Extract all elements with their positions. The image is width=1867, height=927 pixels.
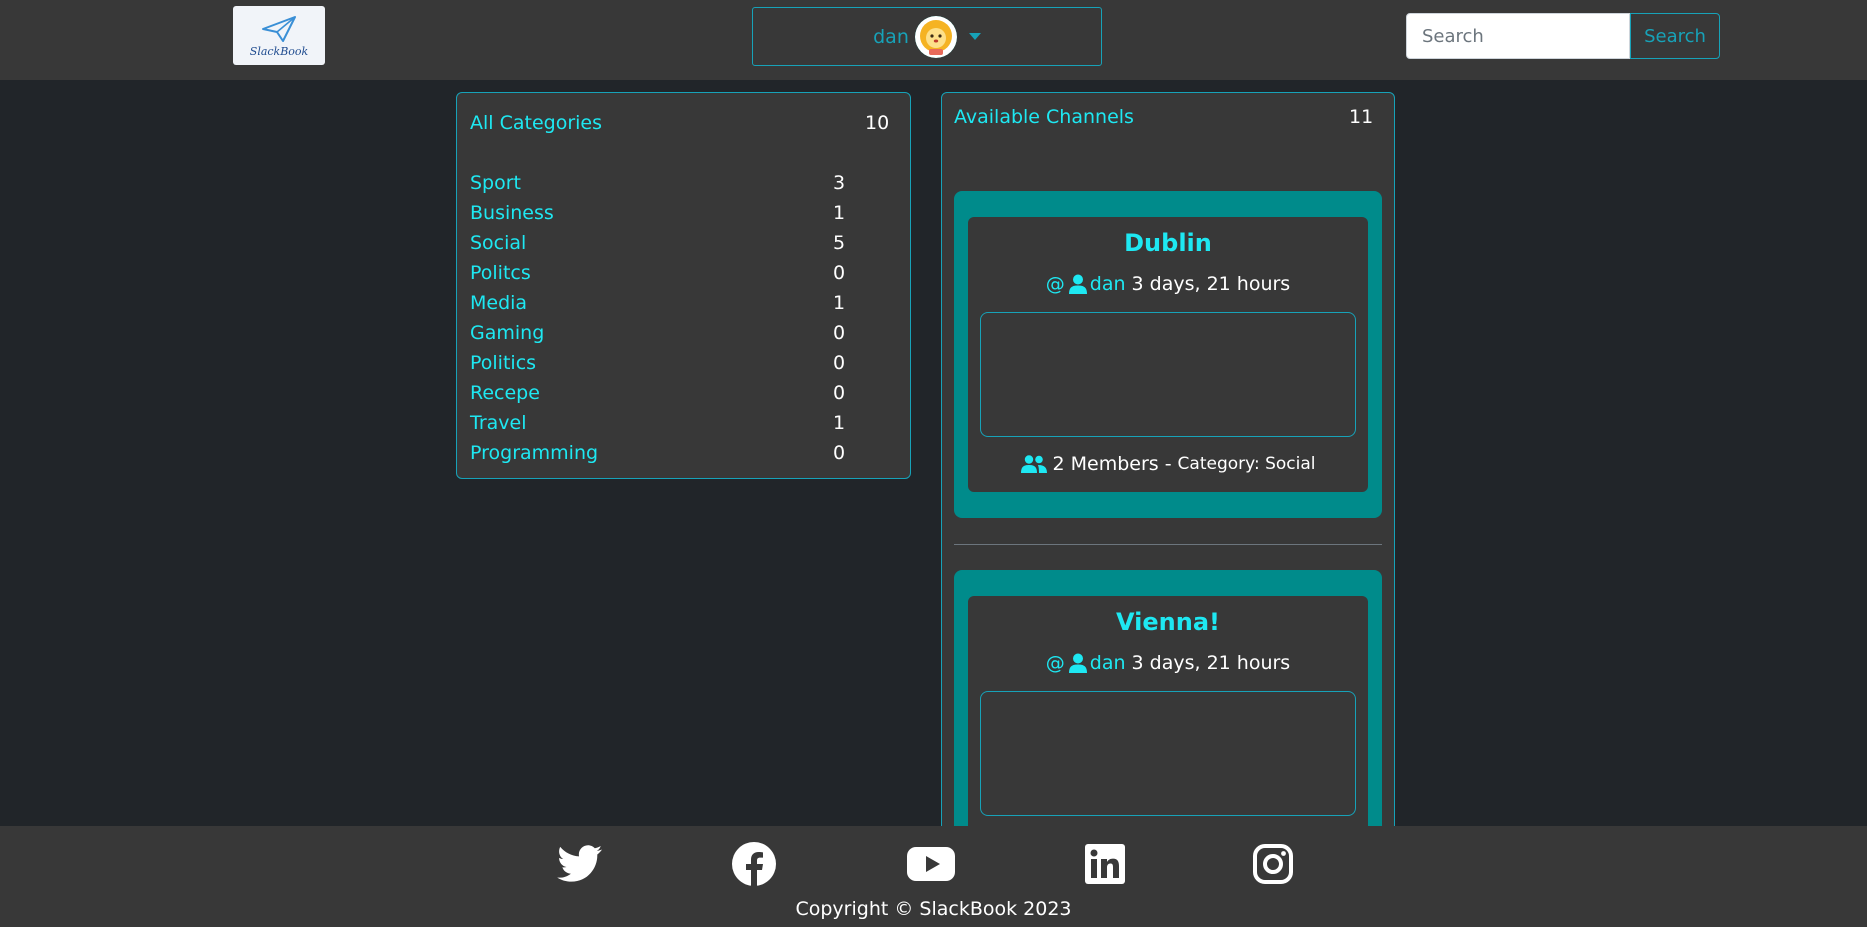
category-item-politics[interactable]: Politics 0 xyxy=(470,349,890,377)
facebook-icon[interactable] xyxy=(730,840,778,888)
category-count: 10 xyxy=(865,112,890,134)
copyright-text: Copyright © SlackBook 2023 xyxy=(795,898,1072,920)
category-count: 0 xyxy=(833,442,846,464)
channel-meta: @ dan 3 days, 21 hours xyxy=(968,652,1368,674)
divider xyxy=(954,544,1382,545)
category-label[interactable]: Programming xyxy=(470,442,598,464)
channel-description-box xyxy=(980,691,1356,816)
category-count: 1 xyxy=(833,292,846,314)
linkedin-icon[interactable] xyxy=(1081,840,1129,888)
category-all[interactable]: All Categories 10 xyxy=(470,109,890,137)
user-name: dan xyxy=(873,25,909,48)
channel-category: Category: Social xyxy=(1177,454,1316,474)
category-count: 5 xyxy=(833,232,846,254)
channel-age: 3 days, 21 hours xyxy=(1131,652,1291,674)
category-item-travel[interactable]: Travel 1 xyxy=(470,409,890,437)
category-count: 1 xyxy=(833,202,846,224)
category-item-business[interactable]: Business 1 xyxy=(470,199,890,227)
channel-meta: @ dan 3 days, 21 hours xyxy=(968,273,1368,295)
category-item-recepe[interactable]: Recepe 0 xyxy=(470,379,890,407)
category-count: 0 xyxy=(833,382,846,404)
logo-text: SlackBook xyxy=(249,44,309,58)
avatar xyxy=(914,15,957,58)
channel-description-box xyxy=(980,312,1356,437)
category-count: 0 xyxy=(833,352,846,374)
category-label[interactable]: Politcs xyxy=(470,262,531,284)
channel-card-body: Vienna! @ dan 3 days, 21 hours xyxy=(968,596,1368,851)
channel-owner-link[interactable]: dan xyxy=(1090,652,1126,674)
category-count: 0 xyxy=(833,262,846,284)
instagram-icon[interactable] xyxy=(1249,840,1297,888)
category-item-media[interactable]: Media 1 xyxy=(470,289,890,317)
channel-footer: 2 Members - Category: Social xyxy=(968,453,1368,475)
twitter-icon[interactable] xyxy=(556,840,604,888)
category-label[interactable]: Recepe xyxy=(470,382,540,404)
user-icon xyxy=(1068,274,1087,294)
channel-name[interactable]: Dublin xyxy=(968,229,1368,257)
category-label[interactable]: Travel xyxy=(470,412,526,434)
category-item-gaming[interactable]: Gaming 0 xyxy=(470,319,890,347)
channel-card: Vienna! @ dan 3 days, 21 hours xyxy=(954,570,1382,851)
category-label[interactable]: All Categories xyxy=(470,112,602,134)
categories-panel: All Categories 10 Sport 3 Business 1 Soc… xyxy=(456,92,911,479)
category-item-politcs[interactable]: Politcs 0 xyxy=(470,259,890,287)
paper-plane-icon xyxy=(262,15,296,42)
category-item-sport[interactable]: Sport 3 xyxy=(470,169,890,197)
navbar: SlackBook dan Search xyxy=(0,0,1867,80)
channels-panel: Available Channels 11 Dublin @ dan 3 day… xyxy=(941,92,1395,852)
channel-card: Dublin @ dan 3 days, 21 hours 2 Members … xyxy=(954,191,1382,518)
category-item-programming[interactable]: Programming 0 xyxy=(470,439,890,467)
user-menu-dropdown[interactable]: dan xyxy=(752,7,1102,66)
category-label[interactable]: Business xyxy=(470,202,554,224)
separator: - xyxy=(1164,453,1172,475)
search-button[interactable]: Search xyxy=(1630,13,1720,59)
channel-card-body: Dublin @ dan 3 days, 21 hours 2 Members … xyxy=(968,217,1368,492)
channel-name[interactable]: Vienna! xyxy=(968,608,1368,636)
category-item-social[interactable]: Social 5 xyxy=(470,229,890,257)
category-count: 1 xyxy=(833,412,846,434)
channels-header: Available Channels 11 xyxy=(954,103,1374,131)
search-input[interactable] xyxy=(1406,13,1630,59)
category-label[interactable]: Gaming xyxy=(470,322,544,344)
category-count: 3 xyxy=(833,172,846,194)
at-symbol: @ xyxy=(1045,652,1065,674)
footer: Copyright © SlackBook 2023 xyxy=(0,826,1867,927)
channel-owner-link[interactable]: dan xyxy=(1090,273,1126,295)
lion-avatar-icon xyxy=(914,15,957,58)
slackbook-logo[interactable]: SlackBook xyxy=(233,6,325,65)
chevron-down-icon xyxy=(968,33,981,40)
channels-title[interactable]: Available Channels xyxy=(954,106,1134,128)
youtube-icon[interactable] xyxy=(907,840,955,888)
user-icon xyxy=(1068,653,1087,673)
category-label[interactable]: Media xyxy=(470,292,527,314)
channels-count: 11 xyxy=(1349,106,1374,128)
channel-members: 2 Members xyxy=(1052,453,1159,475)
category-label[interactable]: Politics xyxy=(470,352,536,374)
category-count: 0 xyxy=(833,322,846,344)
category-label[interactable]: Sport xyxy=(470,172,521,194)
at-symbol: @ xyxy=(1045,273,1065,295)
channel-age: 3 days, 21 hours xyxy=(1131,273,1291,295)
users-icon xyxy=(1020,455,1047,473)
category-label[interactable]: Social xyxy=(470,232,526,254)
